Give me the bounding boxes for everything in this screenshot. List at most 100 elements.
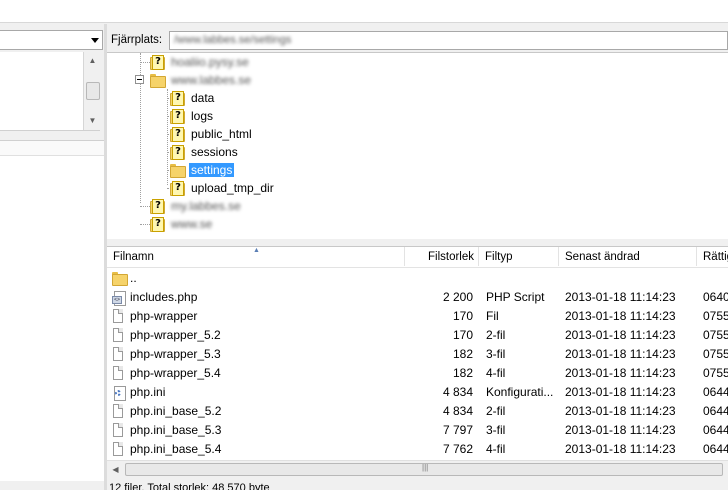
open-folder-icon [149, 73, 166, 88]
file-row[interactable]: php-wrapper 170 Fil 2013-01-18 11:14:23 0755 [107, 307, 728, 326]
chevron-down-icon[interactable] [91, 38, 99, 43]
file-type: Fil [486, 309, 499, 323]
column-header-rattigheter[interactable]: Rättig [697, 247, 728, 266]
file-row[interactable]: php.ini_base_5.4 7 762 4-fil 2013-01-18 11:… [107, 440, 728, 459]
horizontal-scrollbar[interactable]: ◀ ||| [107, 460, 728, 477]
file-modified: 2013-01-18 11:14:23 [565, 309, 676, 323]
tree-item-upload-tmp-dir[interactable]: ? upload_tmp_dir [169, 179, 274, 197]
file-modified: 2013-01-18 11:14:23 [565, 366, 676, 380]
remote-site-label: Fjärrplats: [111, 34, 163, 46]
local-list-header [0, 141, 104, 156]
remote-tree[interactable]: ? hoaliio.pysy.se www.labbes.se ? data ?… [107, 52, 728, 240]
local-tree[interactable]: ▲ ▼ [0, 52, 101, 131]
tree-item-label: my.labbes.se [171, 199, 241, 213]
file-permissions: 0755 [703, 347, 728, 361]
scroll-down-icon[interactable]: ▼ [84, 112, 101, 129]
tree-item-logs[interactable]: ? logs [169, 107, 213, 125]
question-folder-icon: ? [169, 181, 185, 196]
status-text: 12 filer. Total storlek: 48 570 byte [109, 482, 270, 490]
file-modified: 2013-01-18 11:14:23 [565, 347, 676, 361]
file-type: 2-fil [486, 328, 506, 342]
column-header-senast-andrad[interactable]: Senast ändrad [559, 247, 697, 266]
config-file-icon [112, 385, 126, 401]
tree-item-label: upload_tmp_dir [191, 181, 274, 195]
scroll-left-icon[interactable]: ◀ [107, 461, 124, 477]
remote-file-list[interactable]: Filnamn ▲ Filstorlek Filtyp Senast ändra… [107, 246, 728, 477]
tree-item-label: data [191, 91, 215, 105]
tree-item-data[interactable]: ? data [169, 89, 214, 107]
tree-item-label: sessions [191, 145, 238, 159]
local-panel-divider[interactable] [0, 132, 104, 141]
file-permissions: 0755 [703, 309, 728, 323]
file-size: 2 200 [442, 290, 473, 304]
file-type: 4-fil [486, 442, 506, 456]
file-type: Konfigurati... [486, 385, 554, 399]
file-row[interactable]: php-wrapper_5.2 170 2-fil 2013-01-18 11:14:… [107, 326, 728, 345]
file-type: 2-fil [486, 404, 506, 418]
file-size: 182 [452, 366, 473, 380]
column-header-filtyp[interactable]: Filtyp [479, 247, 559, 266]
remote-path-input[interactable]: /www.labbes.se/settings [169, 31, 728, 50]
file-icon [113, 309, 123, 323]
list-header: Filnamn ▲ Filstorlek Filtyp Senast ändra… [107, 247, 728, 268]
scrollbar-thumb[interactable]: ||| [125, 463, 723, 476]
tree-item[interactable]: www.labbes.se [149, 71, 251, 89]
folder-icon [111, 271, 128, 286]
file-row[interactable]: php.ini_base_5.3 7 797 3-fil 2013-01-18 11:… [107, 421, 728, 440]
question-folder-icon: ? [149, 199, 165, 214]
file-modified: 2013-01-18 11:14:23 [565, 442, 676, 456]
file-size: 4 834 [442, 385, 473, 399]
file-name: php.ini_base_5.3 [130, 423, 222, 437]
file-permissions: 0640 [703, 290, 728, 304]
file-row[interactable]: .. [107, 269, 728, 288]
tree-item-label: www.labbes.se [171, 73, 252, 87]
file-row[interactable]: php-wrapper_5.3 182 3-fil 2013-01-18 11:14:… [107, 345, 728, 364]
file-modified: 2013-01-18 11:14:23 [565, 290, 676, 304]
file-type [486, 269, 558, 288]
remote-panel-divider[interactable] [107, 239, 728, 245]
file-size: 4 834 [442, 404, 473, 418]
tree-item-label: hoaliio.pysy.se [171, 55, 249, 69]
file-modified: 2013-01-18 11:14:23 [565, 328, 676, 342]
tree-item-sessions[interactable]: ? sessions [169, 143, 238, 161]
file-name: .. [130, 271, 137, 285]
tree-item-public-html[interactable]: ? public_html [169, 125, 252, 143]
local-tree-scrollbar[interactable]: ▲ ▼ [83, 52, 101, 130]
local-path-combo[interactable] [0, 30, 103, 50]
file-modified: 2013-01-18 11:14:23 [565, 404, 676, 418]
file-type: 4-fil [486, 366, 506, 380]
question-folder-icon: ? [169, 91, 185, 106]
file-modified: 2013-01-18 11:14:23 [565, 423, 676, 437]
scrollbar-thumb[interactable] [86, 82, 100, 100]
local-file-list[interactable] [0, 141, 104, 481]
file-permissions: 0644 [703, 404, 728, 418]
status-bar: 12 filer. Total storlek: 48 570 byte [107, 477, 728, 490]
sort-up-icon: ▲ [253, 247, 260, 254]
collapse-toggle-icon[interactable] [135, 75, 144, 84]
file-name: php-wrapper_5.4 [130, 366, 221, 380]
file-type: 3-fil [486, 347, 506, 361]
tree-item[interactable]: ? www.se [149, 215, 212, 233]
file-rows: .. <> includes.php 2 200 PHP Script 2013-01-1… [107, 269, 728, 463]
file-icon [113, 423, 123, 437]
file-icon [113, 328, 123, 342]
question-folder-icon: ? [149, 55, 165, 70]
remote-site-bar: Fjärrplats: /www.labbes.se/settings [107, 30, 728, 52]
tree-item[interactable]: ? my.labbes.se [149, 197, 241, 215]
tree-item[interactable]: ? hoaliio.pysy.se [149, 53, 249, 71]
file-row[interactable]: php-wrapper_5.4 182 4-fil 2013-01-18 11:14:… [107, 364, 728, 383]
file-name: php.ini_base_5.4 [130, 442, 222, 456]
file-row[interactable]: php.ini_base_5.2 4 834 2-fil 2013-01-18 11:… [107, 402, 728, 421]
question-folder-icon: ? [149, 217, 165, 232]
column-header-filstorlek[interactable]: Filstorlek [405, 247, 479, 266]
scroll-up-icon[interactable]: ▲ [84, 52, 101, 69]
file-icon [113, 347, 123, 361]
file-permissions: 0755 [703, 366, 728, 380]
file-size: 7 797 [442, 423, 473, 437]
file-name: includes.php [130, 290, 198, 304]
folder-icon [169, 163, 186, 178]
file-name: php-wrapper_5.3 [130, 347, 221, 361]
file-row[interactable]: <> includes.php 2 200 PHP Script 2013-01-18 … [107, 288, 728, 307]
file-row[interactable]: php.ini 4 834 Konfigurati... 2013-01-18 11:… [107, 383, 728, 402]
tree-item-settings[interactable]: settings [169, 161, 235, 179]
